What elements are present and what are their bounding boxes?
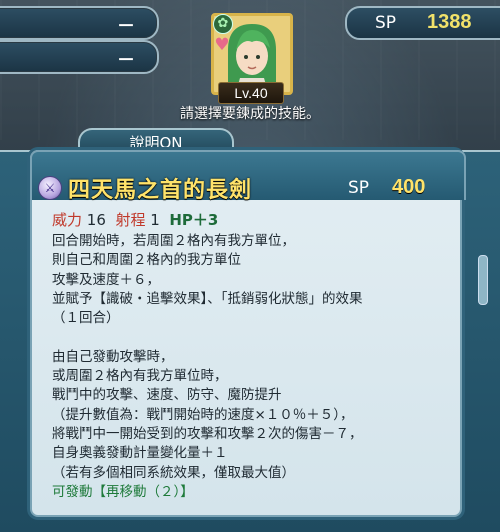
sp-counter-label: SP bbox=[375, 13, 397, 33]
range-value: 1 bbox=[150, 211, 160, 229]
skill-stats: 威力 16 射程 1 HP＋3 bbox=[52, 209, 218, 230]
desc-line: 自身奧義發動計量變化量＋１ bbox=[52, 445, 228, 462]
desc-gap bbox=[52, 328, 452, 347]
desc-line: 回合開始時，若周圍２格內有我方單位， bbox=[52, 233, 295, 249]
desc-line: 並賦予【識破・追擊效果】、「抵銷弱化狀態」的效果 bbox=[52, 290, 363, 307]
sp-counter: SP 1388 bbox=[345, 6, 500, 40]
desc-trigger-line: 可發動【再移動（２）】 bbox=[52, 483, 194, 500]
desc-line: （若有多個相同系統效果，僅取最大值） bbox=[52, 464, 295, 481]
might-label: 威力 bbox=[52, 211, 83, 229]
skill-description: 回合開始時，若周圍２格內有我方單位， 則自己和周圍２格內的我方單位 攻擊及速度＋… bbox=[52, 232, 452, 502]
status-bar-2-value: － bbox=[117, 50, 135, 71]
might-value: 16 bbox=[86, 211, 106, 229]
hp-bonus: HP＋3 bbox=[169, 211, 219, 229]
desc-line: 由自己發動攻擊時， bbox=[52, 348, 174, 365]
skill-sp-value: 400 bbox=[392, 176, 426, 198]
instruction-text: 請選擇要鍊成的技能。 bbox=[180, 106, 320, 122]
desc-line: 則自己和周圍２格內的我方單位 bbox=[52, 252, 241, 269]
description-scrollbar[interactable] bbox=[478, 255, 488, 305]
weapon-skill-icon: ⚔ bbox=[38, 176, 62, 200]
status-bar-2: － bbox=[0, 40, 159, 74]
heart-icon: ♥ bbox=[214, 35, 230, 55]
hero-level: Lv.40 bbox=[218, 82, 284, 104]
sp-counter-value: 1388 bbox=[427, 11, 472, 33]
desc-line: 或周圍２格內有我方單位時， bbox=[52, 368, 228, 385]
desc-line: 攻擊及速度＋６， bbox=[52, 271, 160, 288]
desc-line: （１回合） bbox=[52, 310, 120, 327]
status-bar-1-value: － bbox=[117, 16, 135, 37]
skill-name: 四天馬之首的長劍 bbox=[68, 178, 253, 203]
desc-line: 戰鬥中的攻擊、速度、防守、魔防提升 bbox=[52, 387, 282, 404]
range-label: 射程 bbox=[115, 211, 146, 229]
status-bar-1: － bbox=[0, 6, 159, 40]
desc-line: 將戰鬥中一開始受到的攻擊和攻擊２次的傷害－７， bbox=[52, 425, 363, 442]
desc-line: （提升數值為：戰鬥開始時的速度×１０％＋５）， bbox=[52, 406, 354, 423]
skill-sp-label: SP bbox=[348, 178, 370, 198]
hero-badges: ✿ ♥ bbox=[213, 14, 233, 56]
flower-icon: ✿ bbox=[213, 14, 233, 34]
